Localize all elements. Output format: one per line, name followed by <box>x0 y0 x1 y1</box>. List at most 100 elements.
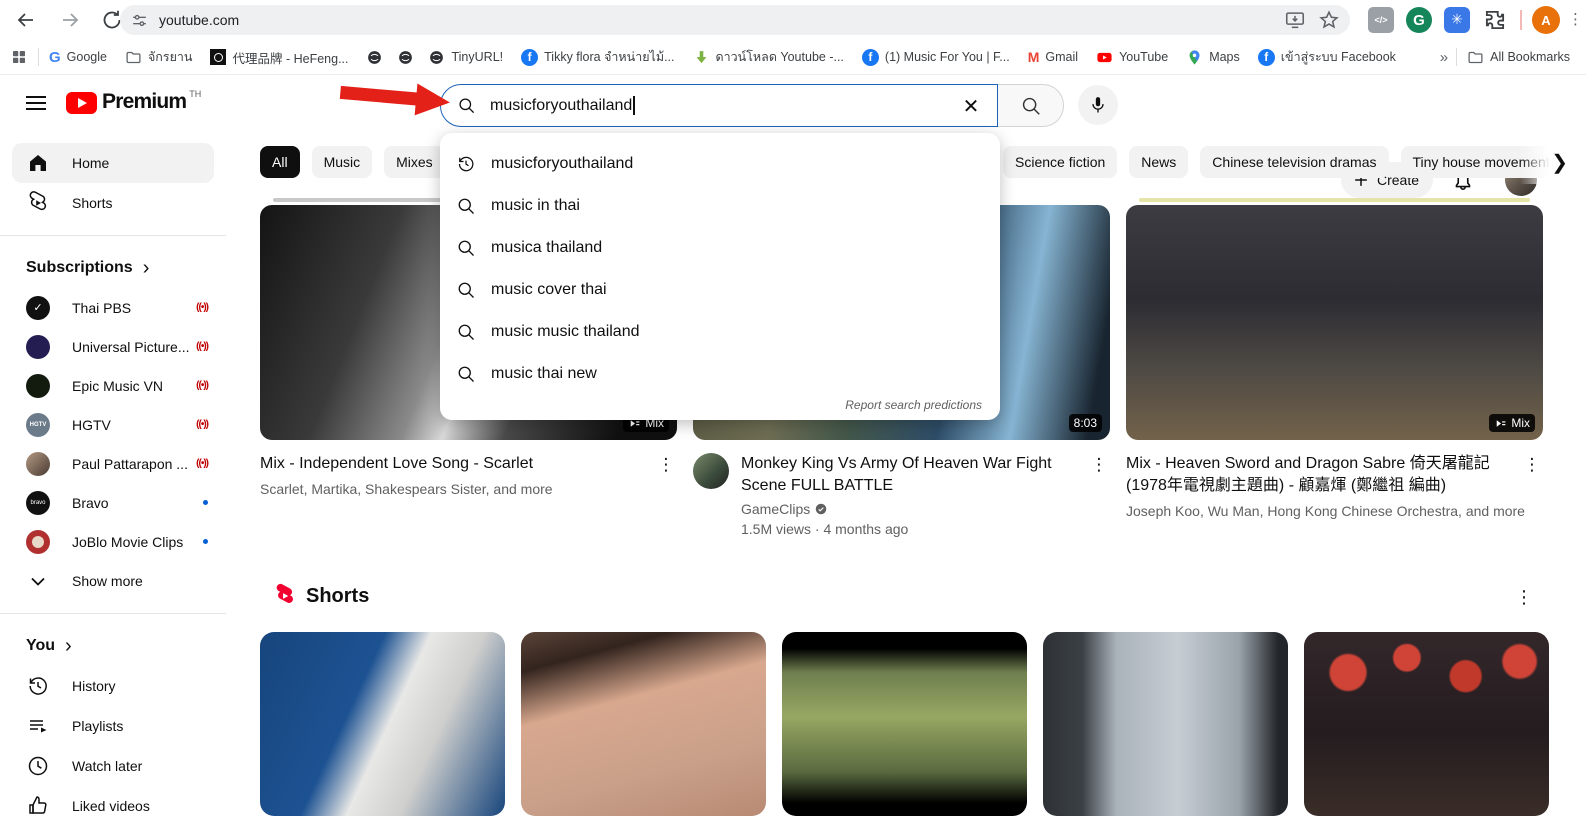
all-bookmarks-button[interactable]: All Bookmarks <box>1467 49 1570 66</box>
bookmark-gmail[interactable]: MGmail <box>1028 49 1078 65</box>
bookmark-folder[interactable]: จักรยาน <box>125 47 193 67</box>
suggestion-item[interactable]: music in thai <box>440 185 1000 227</box>
sidebar-channel-epic-music-vn[interactable]: Epic Music VN ((•)) <box>0 366 226 405</box>
video-byline[interactable]: Scarlet, Martika, Shakespears Sister, an… <box>260 479 677 499</box>
search-icon <box>456 196 476 216</box>
chip-mixes[interactable]: Mixes <box>384 146 445 178</box>
browser-profile-avatar[interactable]: A <box>1532 6 1560 34</box>
channel-avatar: ✓ <box>26 296 50 320</box>
video-title[interactable]: Monkey King Vs Army Of Heaven War Fight … <box>741 453 1110 497</box>
facebook-icon: f <box>1258 49 1275 66</box>
search-button[interactable] <box>998 84 1064 127</box>
folder-icon <box>1467 49 1484 66</box>
sidebar-item-history[interactable]: History <box>12 666 214 706</box>
hefeng-icon <box>210 49 226 65</box>
chip-science-fiction[interactable]: Science fiction <box>1003 146 1117 178</box>
sidebar-channel-bravo[interactable]: bravo Bravo <box>0 483 226 522</box>
sidebar-item-shorts[interactable]: Shorts <box>12 183 214 223</box>
chip-chinese-tv-dramas[interactable]: Chinese television dramas <box>1200 146 1388 178</box>
bookmark-globe-icon[interactable] <box>397 49 414 66</box>
video-menu-icon[interactable]: ⋮ <box>1521 455 1543 475</box>
logo-wordmark: Premium <box>102 90 186 114</box>
short-thumbnail[interactable] <box>1043 632 1288 816</box>
search-input[interactable]: musicforyouthailand ✕ <box>440 84 998 127</box>
bookmarks-overflow-chevron[interactable]: » <box>1440 49 1446 66</box>
video-byline[interactable]: Joseph Koo, Wu Man, Hong Kong Chinese Or… <box>1126 501 1543 521</box>
browser-toolbar: youtube.com </> G ✳ A ⋮ <box>0 0 1586 40</box>
chip-all[interactable]: All <box>260 146 300 178</box>
sidebar-channel-thai-pbs[interactable]: ✓ Thai PBS ((•)) <box>0 288 226 327</box>
bookmark-download-youtube[interactable]: ดาวน์โหลด Youtube -... <box>693 47 844 67</box>
bookmark-maps[interactable]: Maps <box>1186 49 1240 66</box>
search-icon <box>456 238 476 258</box>
bookmark-youtube[interactable]: YouTube <box>1096 49 1168 66</box>
subscriptions-header[interactable]: Subscriptions› <box>0 248 226 288</box>
sidebar-channel-universal[interactable]: Universal Picture... ((•)) <box>0 327 226 366</box>
short-thumbnail[interactable] <box>782 632 1027 816</box>
shorts-section-title: Shorts <box>306 585 369 608</box>
bookmark-music-for-you[interactable]: f(1) Music For You | F... <box>862 49 1010 66</box>
extension-code-icon[interactable]: </> <box>1368 7 1394 33</box>
browser-menu-icon[interactable]: ⋮ <box>1568 10 1583 28</box>
gmail-icon: M <box>1028 49 1040 65</box>
sidebar-channel-hgtv[interactable]: HGTV HGTV ((•)) <box>0 405 226 444</box>
youtube-premium-logo[interactable]: Premium TH <box>66 89 201 114</box>
bookmark-google[interactable]: GGoogle <box>49 49 107 66</box>
bookmark-star-icon[interactable] <box>1318 9 1340 31</box>
sidebar-channel-joblo[interactable]: JoBlo Movie Clips <box>0 522 226 561</box>
mix-badge: Mix <box>1489 414 1535 432</box>
chip-music[interactable]: Music <box>312 146 373 178</box>
short-thumbnail[interactable] <box>521 632 766 816</box>
video-meta: 1.5M views · 4 months ago <box>741 519 1110 539</box>
search-icon <box>457 96 476 115</box>
suggestion-item[interactable]: music cover thai <box>440 269 1000 311</box>
video-menu-icon[interactable]: ⋮ <box>655 455 677 475</box>
bookmark-tikky-flora[interactable]: fTikky flora จำหน่ายไม้... <box>521 47 674 67</box>
clear-search-icon[interactable]: ✕ <box>959 94 983 118</box>
chips-scroll-right[interactable]: ❯ <box>1520 140 1586 184</box>
video-channel[interactable]: GameClips <box>741 501 1110 517</box>
short-thumbnail[interactable] <box>260 632 505 816</box>
site-settings-icon[interactable] <box>130 11 149 30</box>
shorts-logo-icon <box>272 583 298 609</box>
verified-badge-icon <box>814 502 828 516</box>
apps-grid-icon[interactable] <box>10 48 28 66</box>
sidebar-show-more[interactable]: Show more <box>12 561 214 601</box>
chevron-down-icon <box>26 569 50 593</box>
video-title[interactable]: Mix - Heaven Sword and Dragon Sabre 倚天屠龍… <box>1126 453 1543 497</box>
sidebar-item-watch-later[interactable]: Watch later <box>12 746 214 786</box>
extensions-puzzle-icon[interactable] <box>1482 7 1508 33</box>
extension-settings-icon[interactable]: ✳ <box>1444 7 1470 33</box>
report-search-predictions-link[interactable]: Report search predictions <box>845 398 982 412</box>
bookmark-facebook-login[interactable]: fเข้าสู่ระบบ Facebook <box>1258 47 1396 67</box>
sidebar-item-liked-videos[interactable]: Liked videos <box>12 786 214 816</box>
bookmark-globe-icon[interactable] <box>366 49 383 66</box>
sidebar-item-playlists[interactable]: Playlists <box>12 706 214 746</box>
video-title[interactable]: Mix - Independent Love Song - Scarlet <box>260 453 677 475</box>
bookmarks-bar: GGoogle จักรยาน 代理品牌 - HeFeng... TinyURL… <box>0 40 1586 75</box>
video-menu-icon[interactable]: ⋮ <box>1088 455 1110 475</box>
shorts-icon <box>26 191 50 215</box>
shorts-section-menu-icon[interactable]: ⋮ <box>1512 587 1536 608</box>
suggestion-item[interactable]: music music thailand <box>440 311 1000 353</box>
bookmark-hefeng[interactable]: 代理品牌 - HeFeng... <box>210 48 348 67</box>
suggestion-item[interactable]: musicforyouthailand <box>440 143 1000 185</box>
channel-avatar[interactable] <box>693 453 729 489</box>
bookmark-tinyurl[interactable]: TinyURL! <box>428 49 503 66</box>
short-thumbnail[interactable] <box>1304 632 1549 816</box>
install-app-icon[interactable] <box>1284 9 1306 31</box>
address-bar[interactable]: youtube.com <box>120 5 1350 35</box>
suggestion-item[interactable]: music thai new <box>440 353 1000 395</box>
forward-icon[interactable] <box>58 8 82 32</box>
chip-news[interactable]: News <box>1129 146 1188 178</box>
voice-search-button[interactable] <box>1078 85 1118 125</box>
back-icon[interactable] <box>14 8 38 32</box>
url-text[interactable]: youtube.com <box>159 12 1272 28</box>
extension-grammarly-icon[interactable]: G <box>1406 7 1432 33</box>
video-thumbnail[interactable]: Mix <box>1126 205 1543 440</box>
sidebar-channel-paul-pattarapon[interactable]: Paul Pattarapon ... ((•)) <box>0 444 226 483</box>
suggestion-item[interactable]: musica thailand <box>440 227 1000 269</box>
guide-menu-icon[interactable] <box>26 93 46 113</box>
you-header[interactable]: You› <box>0 626 226 666</box>
sidebar-item-home[interactable]: Home <box>12 143 214 183</box>
